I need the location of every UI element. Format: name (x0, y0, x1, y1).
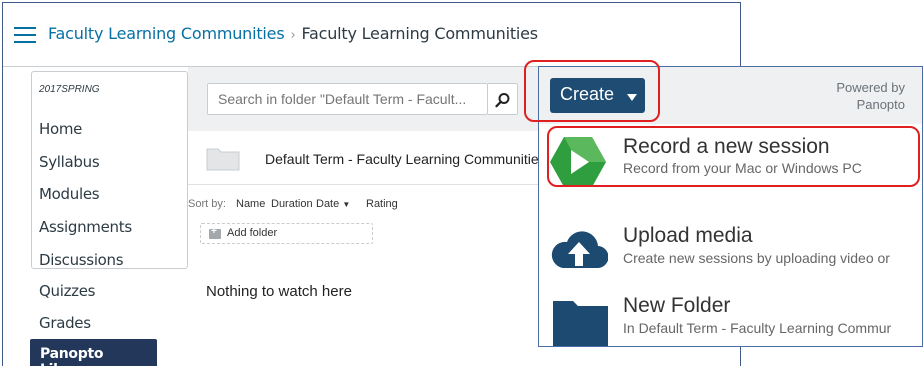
nav-item-panopto-library[interactable]: Panopto Library (30, 339, 157, 366)
cloud-upload-icon (551, 231, 608, 269)
folder-icon (206, 148, 240, 171)
menu-upload-media[interactable]: Upload media Create new sessions by uplo… (539, 210, 922, 278)
create-label: Create (560, 84, 615, 104)
course-header: Faculty Learning Communities › Faculty Lea… (3, 3, 740, 67)
term-label: 2017SPRING (39, 84, 100, 95)
create-popup: Create Powered by Panopto Record a new s… (538, 66, 923, 347)
folder-title: Default Term - Faculty Learning Communit… (265, 151, 546, 167)
nav-item-assignments[interactable]: Assignments (39, 218, 132, 236)
menu-record-session[interactable]: Record a new session Record from your Ma… (539, 125, 922, 193)
menu-upload-title: Upload media (623, 224, 753, 247)
search-button[interactable] (488, 83, 518, 115)
popup-header: Create Powered by Panopto (539, 67, 922, 124)
caret-down-icon (627, 94, 637, 101)
menu-record-title: Record a new session (623, 135, 830, 158)
nav-item-quizzes[interactable]: Quizzes (39, 282, 95, 300)
sort-rating[interactable]: Rating (366, 198, 398, 210)
breadcrumb: Faculty Learning Communities › Faculty Lea… (48, 24, 538, 43)
breadcrumb-current: Faculty Learning Communities (301, 24, 538, 43)
nav-item-grades[interactable]: Grades (39, 314, 91, 332)
sort-duration[interactable]: Duration (271, 198, 313, 210)
powered-by-line1: Powered by (836, 80, 905, 95)
add-folder-icon (209, 226, 221, 239)
folder-icon (553, 301, 608, 346)
add-folder-label: Add folder (227, 227, 278, 239)
menu-folder-subtitle: In Default Term - Faculty Learning Commu… (623, 320, 892, 336)
nav-item-discussions[interactable]: Discussions (39, 251, 124, 269)
sort-name[interactable]: Name (236, 198, 265, 210)
menu-upload-subtitle: Create new sessions by uploading video o… (623, 250, 890, 266)
sort-label: Sort by: (188, 198, 226, 210)
breadcrumb-separator: › (290, 28, 296, 43)
sort-date-label: Date (316, 198, 340, 210)
menu-new-folder[interactable]: New Folder In Default Term - Faculty Lea… (539, 283, 922, 346)
powered-by-panopto: Powered by Panopto (836, 79, 905, 113)
menu-folder-title: New Folder (623, 294, 731, 317)
panopto-record-icon (550, 137, 606, 187)
search-icon (495, 93, 510, 108)
hamburger-menu-icon[interactable] (14, 27, 36, 43)
powered-by-line2: Panopto (856, 97, 905, 112)
breadcrumb-course-link[interactable]: Faculty Learning Communities (48, 24, 285, 43)
sort-desc-icon: ▼ (342, 200, 351, 209)
create-button[interactable]: Create (550, 78, 645, 113)
empty-message: Nothing to watch here (206, 283, 352, 300)
nav-item-home[interactable]: Home (39, 120, 82, 138)
menu-record-subtitle: Record from your Mac or Windows PC (623, 160, 862, 176)
add-folder-button[interactable]: Add folder (200, 223, 373, 244)
nav-item-syllabus[interactable]: Syllabus (39, 153, 100, 171)
nav-item-modules[interactable]: Modules (39, 185, 100, 203)
search-input[interactable] (207, 83, 488, 115)
sort-date[interactable]: Date ▼ (316, 198, 350, 210)
